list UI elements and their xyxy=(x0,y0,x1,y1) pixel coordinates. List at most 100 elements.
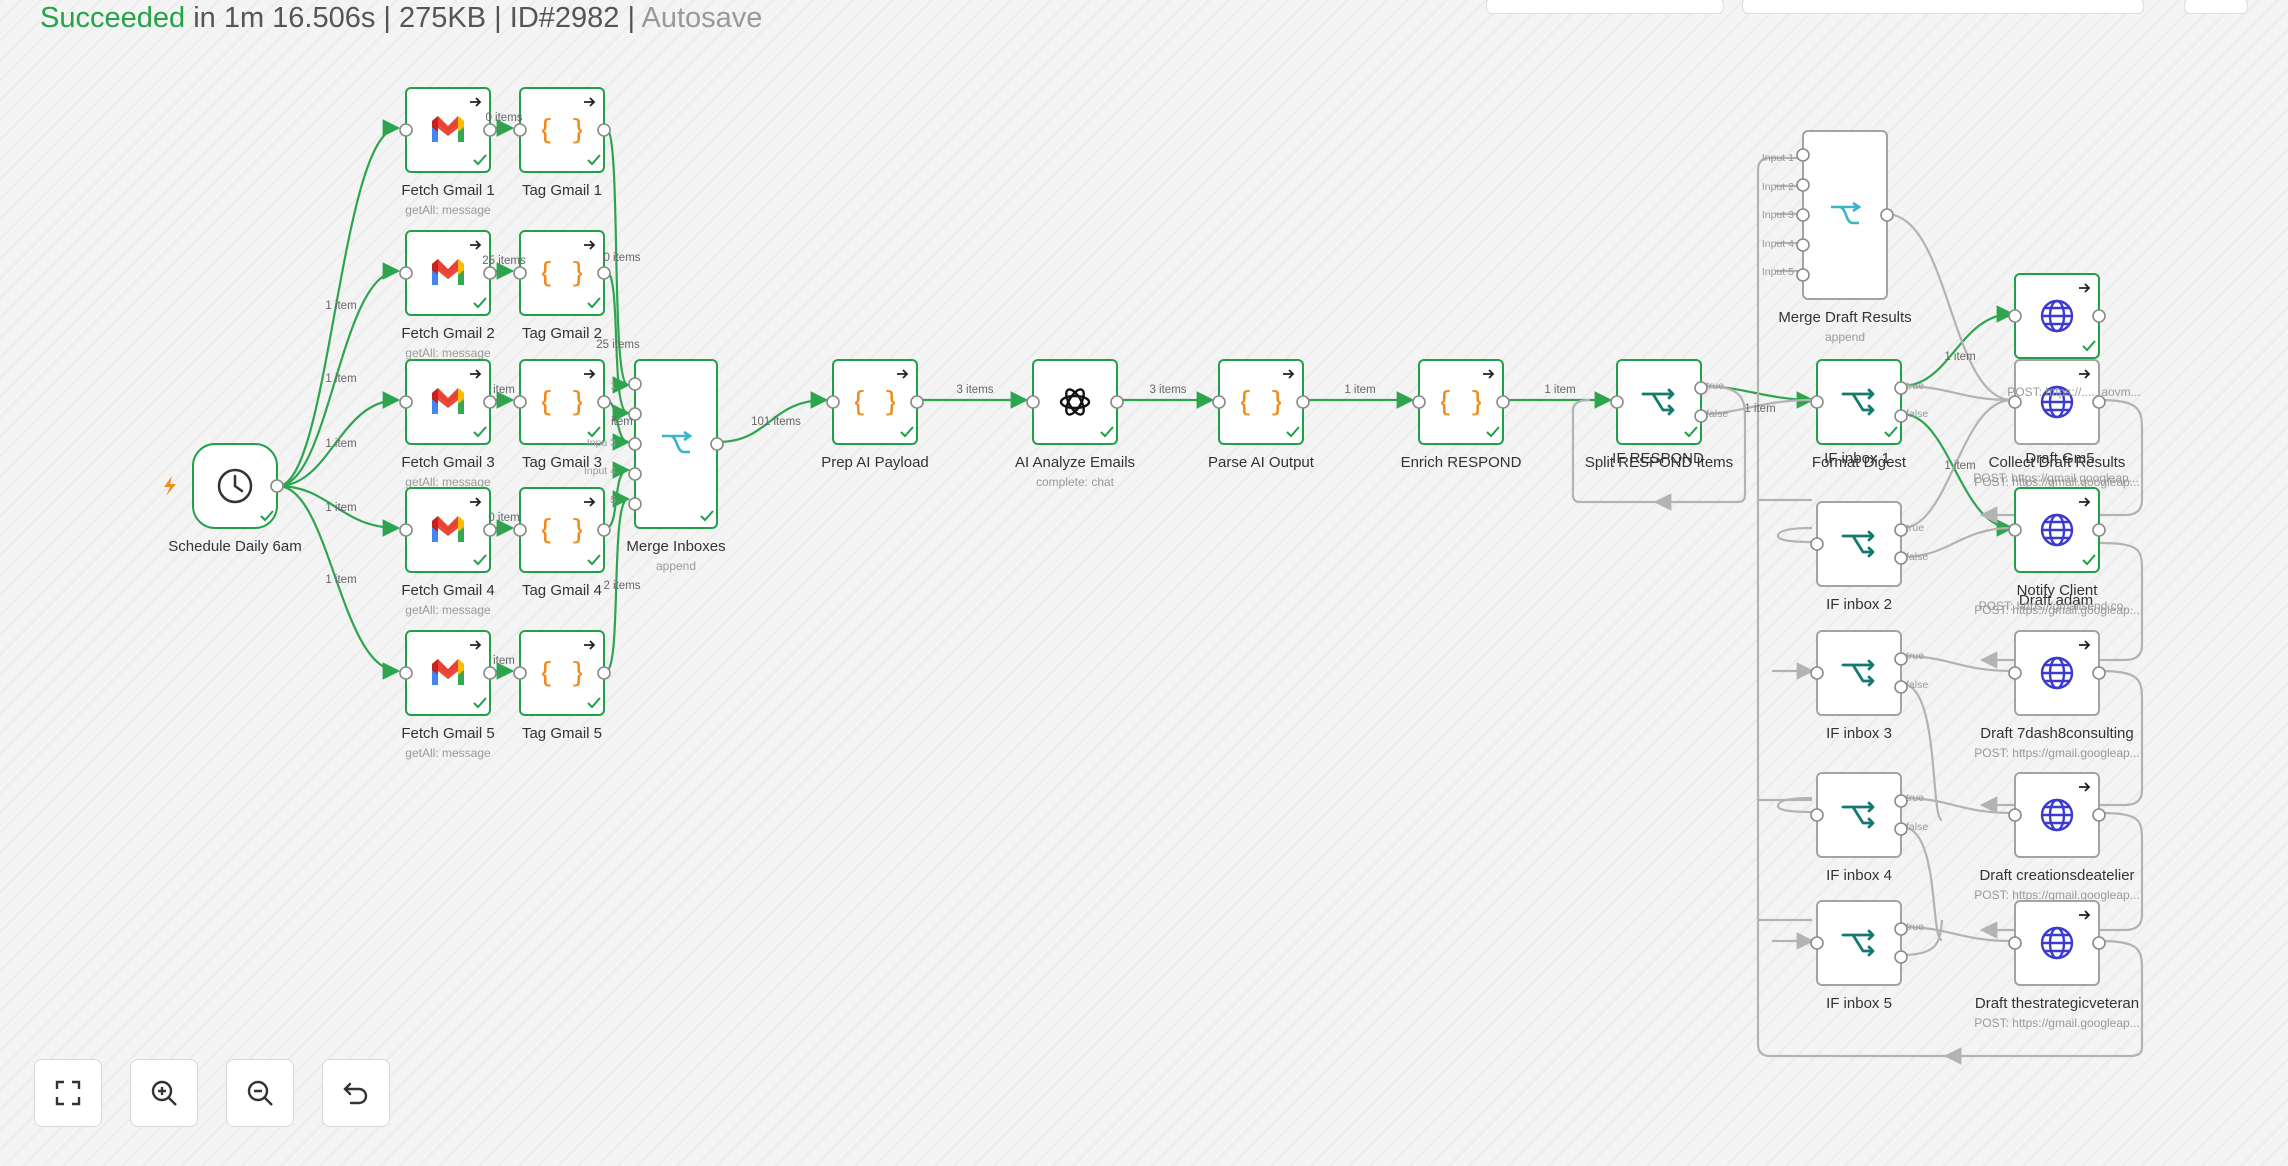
workflow-canvas[interactable]: { } xyxy=(0,0,2288,1166)
svg-text:true: true xyxy=(1906,380,1924,392)
node-tag3[interactable]: Tag Gmail 3 xyxy=(513,359,611,471)
output-port[interactable] xyxy=(1110,395,1124,409)
node-h4[interactable]: Draft 7dash8consulting POST: https://gmai… xyxy=(1974,630,2140,760)
output-port[interactable] xyxy=(483,123,497,137)
input-port[interactable] xyxy=(513,666,527,680)
input-port[interactable] xyxy=(399,123,413,137)
input-port[interactable] xyxy=(1810,666,1824,680)
svg-text:Input 4: Input 4 xyxy=(1762,238,1794,250)
input-port[interactable] xyxy=(1810,537,1824,551)
output-port[interactable] xyxy=(270,479,284,493)
node-h6[interactable]: Draft thestrategicveteran POST: https://g… xyxy=(1974,900,2140,1030)
input-port[interactable] xyxy=(1796,178,1810,192)
input-port[interactable] xyxy=(2008,936,2022,950)
output-port[interactable] xyxy=(597,395,611,409)
input-port[interactable] xyxy=(399,523,413,537)
input-port[interactable] xyxy=(628,377,642,391)
nodes-layer[interactable]: Schedule Daily 6am Fetch Gmail 1 getAll: m… xyxy=(168,87,2140,1030)
svg-text:false: false xyxy=(1906,551,1928,563)
node-fetch3[interactable]: Fetch Gmail 3 getAll: message xyxy=(399,359,497,489)
input-port[interactable] xyxy=(1810,808,1824,822)
input-port[interactable] xyxy=(1796,238,1810,252)
node-parse[interactable]: Parse AI Output xyxy=(1208,359,1315,471)
node-tag1[interactable]: Tag Gmail 1 xyxy=(513,87,611,199)
node-h2[interactable]: Collect Draft ResultsPOST: https://gmail… xyxy=(1974,359,2140,489)
input-port[interactable] xyxy=(628,467,642,481)
input-port[interactable] xyxy=(1412,395,1426,409)
input-port[interactable] xyxy=(513,266,527,280)
edge-label: item xyxy=(611,416,633,428)
output-port[interactable] xyxy=(2092,523,2106,537)
node-enrich[interactable]: Enrich RESPOND xyxy=(1401,359,1522,471)
fit-view-button[interactable] xyxy=(34,1059,102,1127)
svg-text:true: true xyxy=(1906,650,1924,662)
output-port[interactable] xyxy=(910,395,924,409)
node-prep[interactable]: Prep AI Payload xyxy=(821,359,929,471)
input-port[interactable] xyxy=(399,666,413,680)
node-h1[interactable] xyxy=(2008,273,2106,359)
input-port[interactable] xyxy=(628,497,642,511)
output-port[interactable] xyxy=(1894,950,1908,964)
node-label: IF inbox 5 xyxy=(1826,995,1892,1012)
edge-label: 1 item xyxy=(1944,460,1975,472)
node-fetch2[interactable]: Fetch Gmail 2 getAll: message xyxy=(399,230,497,360)
node-ai[interactable]: AI Analyze Emails complete: chat xyxy=(1015,359,1135,489)
node-if5[interactable]: IF inbox 5 xyxy=(1810,900,1908,1012)
node-fetch5[interactable]: Fetch Gmail 5 getAll: message xyxy=(399,630,497,760)
output-port[interactable] xyxy=(2092,666,2106,680)
input-port[interactable] xyxy=(1796,148,1810,162)
input-port[interactable] xyxy=(1796,268,1810,282)
output-port[interactable] xyxy=(1296,395,1310,409)
undo-button[interactable] xyxy=(322,1059,390,1127)
output-port[interactable] xyxy=(483,666,497,680)
input-port[interactable] xyxy=(1796,208,1810,222)
edge-label: 3 items xyxy=(1149,384,1186,396)
output-port[interactable] xyxy=(1880,208,1894,222)
output-port[interactable] xyxy=(1496,395,1510,409)
input-port[interactable] xyxy=(399,266,413,280)
undo-icon xyxy=(343,1082,368,1105)
input-port[interactable] xyxy=(513,123,527,137)
input-port[interactable] xyxy=(826,395,840,409)
input-port[interactable] xyxy=(1810,936,1824,950)
input-port[interactable] xyxy=(513,523,527,537)
input-port[interactable] xyxy=(513,395,527,409)
node-fetch4[interactable]: Fetch Gmail 4 getAll: message xyxy=(399,487,497,617)
node-tag5[interactable]: Tag Gmail 5 xyxy=(513,630,611,742)
output-port[interactable] xyxy=(597,266,611,280)
node-h5[interactable]: Draft creationsdeatelier POST: https://gm… xyxy=(1974,772,2140,902)
node-if2[interactable]: IF inbox 2 xyxy=(1810,501,1908,613)
input-port[interactable] xyxy=(2008,523,2022,537)
node-fetch1[interactable]: Fetch Gmail 1 getAll: message xyxy=(399,87,497,217)
output-port[interactable] xyxy=(483,395,497,409)
input-port[interactable] xyxy=(399,395,413,409)
input-port[interactable] xyxy=(1810,395,1824,409)
node-mergeDraft[interactable]: Merge Draft Results append xyxy=(1778,130,1912,344)
node-label: Tag Gmail 4 xyxy=(522,582,602,599)
output-port[interactable] xyxy=(710,437,724,451)
input-port[interactable] xyxy=(1212,395,1226,409)
node-tag2[interactable]: Tag Gmail 2 xyxy=(513,230,611,342)
input-port[interactable] xyxy=(1610,395,1624,409)
output-port[interactable] xyxy=(483,266,497,280)
zoom-in-button[interactable] xyxy=(130,1059,198,1127)
node-if4[interactable]: IF inbox 4 xyxy=(1810,772,1908,884)
output-port[interactable] xyxy=(2092,936,2106,950)
output-port[interactable] xyxy=(597,123,611,137)
node-mergeInboxes[interactable]: Merge Inboxes append xyxy=(626,359,726,573)
zoom-out-button[interactable] xyxy=(226,1059,294,1127)
node-if3[interactable]: IF inbox 3 xyxy=(1810,630,1908,742)
output-port[interactable] xyxy=(597,523,611,537)
output-port[interactable] xyxy=(2092,309,2106,323)
input-port[interactable] xyxy=(1026,395,1040,409)
input-port[interactable] xyxy=(2008,309,2022,323)
input-port[interactable] xyxy=(2008,666,2022,680)
node-tag4[interactable]: Tag Gmail 4 xyxy=(513,487,611,599)
output-port[interactable] xyxy=(483,523,497,537)
output-port[interactable] xyxy=(2092,808,2106,822)
input-port[interactable] xyxy=(2008,808,2022,822)
output-port[interactable] xyxy=(597,666,611,680)
svg-text:Input 3: Input 3 xyxy=(1762,209,1794,221)
input-port[interactable] xyxy=(628,437,642,451)
node-schedule[interactable]: Schedule Daily 6am xyxy=(168,443,302,555)
